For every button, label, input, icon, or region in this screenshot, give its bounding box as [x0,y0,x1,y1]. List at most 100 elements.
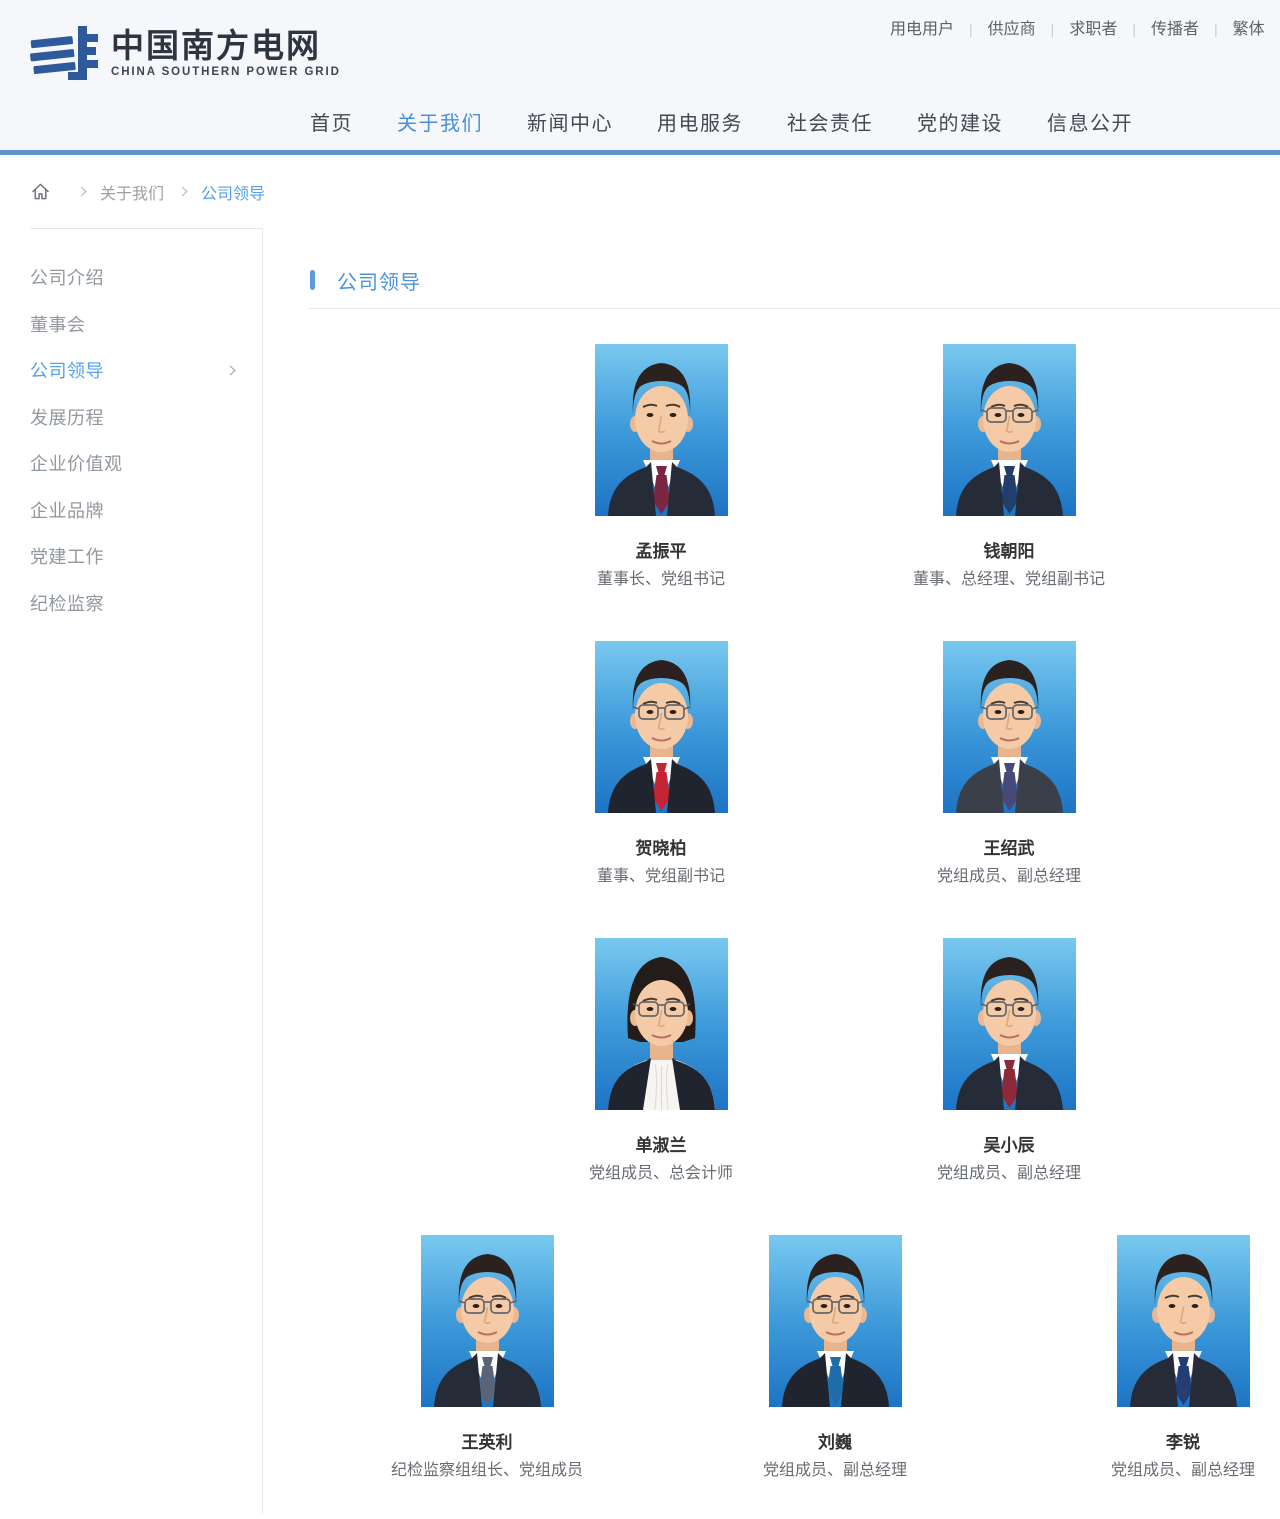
leader-title: 纪检监察组组长、党组成员 [391,1462,583,1480]
breadcrumb-current[interactable]: 公司领导 [201,180,265,204]
leader-photo[interactable] [943,641,1076,813]
leader-card: 刘巍党组成员、副总经理 [661,1235,1009,1480]
leader-name: 王绍武 [984,839,1035,859]
leader-row: 孟振平董事长、党组书记钱朝阳董事、总经理、党组副书记 [313,344,1280,589]
leader-title: 党组成员、副总经理 [937,1165,1081,1183]
logo-icon [30,26,98,80]
sidebar-item-label: 企业价值观 [30,450,123,476]
sidebar-item-label: 董事会 [30,311,86,337]
leader-photo[interactable] [421,1235,554,1407]
top-link[interactable]: 繁体 [1233,21,1265,38]
leader-photo[interactable] [595,641,728,813]
leader-row: 王英利纪检监察组组长、党组成员刘巍党组成员、副总经理李锐党组成员、副总经理 [313,1235,1280,1480]
nav-item[interactable]: 首页 [310,107,353,136]
top-link[interactable]: 用电用户 [890,21,954,38]
leader-name: 孟振平 [636,542,687,562]
leader-name: 李锐 [1166,1433,1200,1453]
leader-name: 吴小辰 [984,1136,1035,1156]
leader-card: 王英利纪检监察组组长、党组成员 [313,1235,661,1480]
separator: | [969,21,973,37]
leader-card: 单淑兰党组成员、总会计师 [487,938,835,1183]
page-title-block: 公司领导 [310,268,1280,292]
leader-title: 党组成员、总会计师 [589,1165,733,1183]
top-link[interactable]: 传播者 [1151,21,1199,38]
sidebar-item[interactable]: 公司介绍 [30,254,262,301]
sidebar-menu: 公司介绍董事会公司领导发展历程企业价值观企业品牌党建工作纪检监察 [30,228,262,626]
site-header: 用电用户|供应商|求职者|传播者|繁体 中国南方电网 CHINA [0,0,1280,155]
sidebar-item[interactable]: 党建工作 [30,533,262,580]
portrait-image [595,641,728,813]
portrait-image [943,938,1076,1110]
leader-name: 钱朝阳 [984,542,1035,562]
separator: | [1214,21,1218,37]
leader-photo[interactable] [595,938,728,1110]
leader-card: 王绍武党组成员、副总经理 [835,641,1183,886]
sidebar-item-label: 党建工作 [30,543,104,569]
sidebar-item[interactable]: 企业品牌 [30,487,262,534]
top-links: 用电用户 | 供应商 | 求职者 | 传播者 | 繁体 [890,15,1265,39]
leader-title: 党组成员、副总经理 [763,1462,907,1480]
title-divider [308,308,1280,309]
logo-title: 中国南方电网 [111,28,341,64]
leaders-grid: 孟振平董事长、党组书记钱朝阳董事、总经理、党组副书记贺晓柏董事、党组副书记 王绍武… [313,344,1280,1480]
portrait-image [1117,1235,1250,1407]
nav-item[interactable]: 信息公开 [1047,107,1133,136]
leader-name: 单淑兰 [636,1136,687,1156]
leader-name: 贺晓柏 [636,839,687,859]
sidebar-item-label: 纪检监察 [30,590,104,616]
portrait-image [595,344,728,516]
separator: | [1051,21,1055,37]
home-icon[interactable] [31,182,50,201]
nav-item[interactable]: 社会责任 [787,107,873,136]
logo-text: 中国南方电网 CHINA SOUTHERN POWER GRID [111,28,341,78]
sidebar-item[interactable]: 纪检监察 [30,580,262,627]
leader-photo[interactable] [943,938,1076,1110]
portrait-image [421,1235,554,1407]
leader-row: 单淑兰党组成员、总会计师吴小辰党组成员、副总经理 [313,938,1280,1183]
portrait-image [943,344,1076,516]
logo[interactable]: 中国南方电网 CHINA SOUTHERN POWER GRID [30,26,341,80]
title-accent-bar [310,270,315,290]
portrait-image [595,938,728,1110]
sidebar-item[interactable]: 公司领导 [30,347,262,394]
sidebar-item-label: 企业品牌 [30,497,104,523]
sidebar-item[interactable]: 企业价值观 [30,440,262,487]
leader-card: 孟振平董事长、党组书记 [487,344,835,589]
leader-photo[interactable] [1117,1235,1250,1407]
leader-photo[interactable] [595,344,728,516]
leader-title: 董事、总经理、党组副书记 [913,571,1105,589]
leader-photo[interactable] [769,1235,902,1407]
page-title: 公司领导 [337,266,421,295]
portrait-image [769,1235,902,1407]
sidebar-item-label: 发展历程 [30,404,104,430]
logo-subtitle: CHINA SOUTHERN POWER GRID [111,66,341,78]
nav-item[interactable]: 用电服务 [657,107,743,136]
main-content: 公司领导 孟振平董事长、党组书记钱朝阳董事、总经理、党组副书记贺晓柏董事、党组副… [263,228,1280,1514]
leader-title: 党组成员、副总经理 [1111,1462,1255,1480]
leader-name: 刘巍 [818,1433,852,1453]
sidebar-item[interactable]: 发展历程 [30,394,262,441]
nav-item[interactable]: 党的建设 [917,107,1003,136]
separator: | [1132,21,1136,37]
sidebar-item-label: 公司领导 [30,357,104,383]
leader-card: 吴小辰党组成员、副总经理 [835,938,1183,1183]
leader-name: 王英利 [462,1433,513,1453]
leader-title: 董事、党组副书记 [597,868,725,886]
page: 用电用户|供应商|求职者|传播者|繁体 中国南方电网 CHINA [0,0,1280,1519]
nav-item[interactable]: 新闻中心 [527,107,613,136]
leader-row: 贺晓柏董事、党组副书记 王绍武党组成员、副总经理 [313,641,1280,886]
leader-photo[interactable] [943,344,1076,516]
sidebar-item[interactable]: 董事会 [30,301,262,348]
top-link[interactable]: 求职者 [1069,21,1117,38]
breadcrumb-about[interactable]: 关于我们 [100,180,164,204]
chevron-right-icon [226,365,236,375]
chevron-right-icon [178,187,188,197]
sidebar: 公司介绍董事会公司领导发展历程企业价值观企业品牌党建工作纪检监察 [0,228,263,1514]
portrait-image [943,641,1076,813]
leader-card: 钱朝阳董事、总经理、党组副书记 [835,344,1183,589]
top-link[interactable]: 供应商 [988,21,1036,38]
nav-item[interactable]: 关于我们 [397,107,483,136]
page-body: 公司介绍董事会公司领导发展历程企业价值观企业品牌党建工作纪检监察 公司领导 孟振… [0,228,1280,1514]
chevron-right-icon [77,187,87,197]
sidebar-item-label: 公司介绍 [30,264,104,290]
